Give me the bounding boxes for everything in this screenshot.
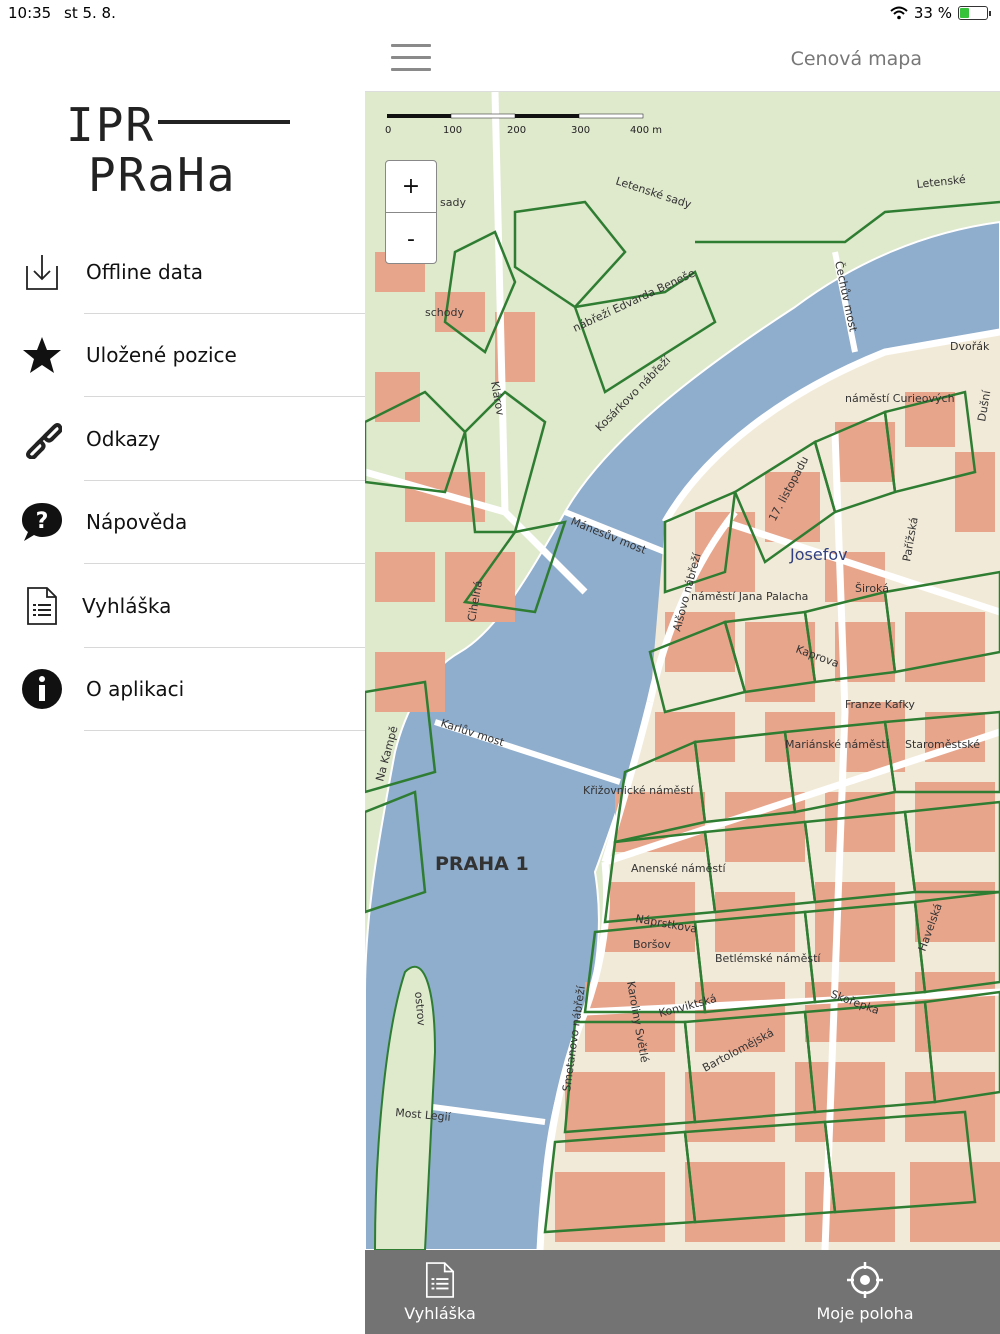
- map-label-siroka: Široká: [855, 582, 889, 595]
- ipr-praha-logo: IPR PRaHa: [66, 100, 296, 210]
- map-label-krizovnicke: Křižovnické náměstí: [583, 784, 694, 797]
- logo-line1: IPR: [66, 98, 156, 152]
- menu-list: Offline data Uložené pozice Odkazy ? Náp…: [0, 230, 365, 731]
- menu-item-label: Odkazy: [86, 426, 161, 451]
- map-label-josefov: Josefov: [789, 545, 848, 564]
- star-icon: [20, 333, 64, 377]
- svg-text:?: ?: [36, 509, 49, 534]
- map-label-borsov: Boršov: [633, 938, 671, 951]
- map-label-kafky: Franze Kafky: [845, 698, 915, 711]
- map-label-dvorak: Dvořák: [950, 340, 990, 353]
- document-icon: [20, 584, 64, 628]
- wifi-icon: [890, 6, 908, 20]
- zoom-out-button[interactable]: -: [386, 213, 436, 265]
- menu-item-offline-data[interactable]: Offline data: [0, 230, 365, 314]
- logo-rule: [158, 120, 290, 124]
- my-location-button[interactable]: Moje poloha: [813, 1250, 917, 1334]
- scale-label-0: 0: [385, 125, 392, 136]
- my-location-label: Moje poloha: [816, 1304, 914, 1323]
- map-view[interactable]: PRAHA 1 Mánesův most Karlův most Most Le…: [365, 92, 1000, 1250]
- map-label-curieovych: náměstí Curieových: [845, 392, 955, 405]
- divider: [84, 730, 365, 731]
- document-icon: [420, 1260, 460, 1300]
- status-bar: 10:35 st 5. 8. 33 %: [0, 0, 1000, 28]
- map-label-namesti-jp: náměstí Jana Palacha: [691, 590, 808, 603]
- menu-item-label: Nápověda: [86, 510, 188, 535]
- menu-item-label: Uložené pozice: [86, 343, 237, 368]
- battery-percent: 33 %: [913, 4, 952, 22]
- status-time: 10:35: [8, 4, 52, 22]
- map-label-district: PRAHA 1: [435, 853, 529, 875]
- menu-item-label: Vyhláška: [82, 593, 172, 618]
- map-label-letenske2: Letenské: [916, 173, 967, 191]
- status-date: st 5. 8.: [64, 4, 116, 22]
- info-icon: [20, 667, 64, 711]
- map-canvas: PRAHA 1 Mánesův most Karlův most Most Le…: [365, 92, 1000, 1250]
- map-label-staromestske: Staroměstské: [905, 738, 980, 751]
- menu-item-saved-positions[interactable]: Uložené pozice: [0, 314, 365, 397]
- link-icon: [20, 417, 64, 461]
- scale-label-100: 100: [443, 125, 463, 136]
- status-indicators: 33 %: [890, 4, 991, 22]
- logo-line2: PRaHa: [88, 148, 237, 202]
- scale-bar: 0 100 200 300 400 m: [385, 112, 667, 139]
- map-label-schody: schody: [425, 306, 464, 319]
- menu-item-about[interactable]: O aplikaci: [0, 648, 365, 731]
- page-title: Cenová mapa: [790, 48, 922, 70]
- zoom-control: + -: [385, 160, 437, 264]
- scale-label-300: 300: [571, 125, 591, 136]
- map-label-sady: sady: [440, 196, 466, 209]
- side-menu: IPR PRaHa Offline data Uložené pozice Od…: [0, 0, 365, 1334]
- decree-button[interactable]: Vyhláška: [404, 1250, 476, 1334]
- hamburger-menu-icon[interactable]: [391, 44, 431, 74]
- battery-icon: [958, 6, 991, 20]
- map-label-betlemske: Betlémské náměstí: [715, 952, 821, 965]
- map-label-letenske: Letenské sady: [614, 174, 693, 211]
- menu-item-help[interactable]: ? Nápověda: [0, 481, 365, 564]
- menu-item-links[interactable]: Odkazy: [0, 397, 365, 481]
- menu-item-label: Offline data: [86, 259, 204, 284]
- map-header: Cenová mapa: [365, 28, 1000, 92]
- map-label-anenske: Anenské náměstí: [631, 862, 726, 875]
- menu-item-label: O aplikaci: [86, 677, 185, 702]
- scale-label-400: 400 m: [630, 125, 663, 136]
- menu-item-decree[interactable]: Vyhláška: [0, 564, 365, 648]
- zoom-in-button[interactable]: +: [386, 161, 436, 213]
- locate-icon: [845, 1260, 885, 1300]
- download-icon: [20, 250, 64, 294]
- decree-button-label: Vyhláška: [404, 1304, 476, 1323]
- map-label-edvarda: nábřeží Edvarda Beneše: [571, 266, 698, 334]
- map-label-marianske: Mariánské náměstí: [785, 738, 890, 751]
- help-bubble-icon: ?: [20, 500, 64, 544]
- bottom-toolbar: Vyhláška Moje poloha: [365, 1250, 1000, 1334]
- scale-label-200: 200: [507, 125, 527, 136]
